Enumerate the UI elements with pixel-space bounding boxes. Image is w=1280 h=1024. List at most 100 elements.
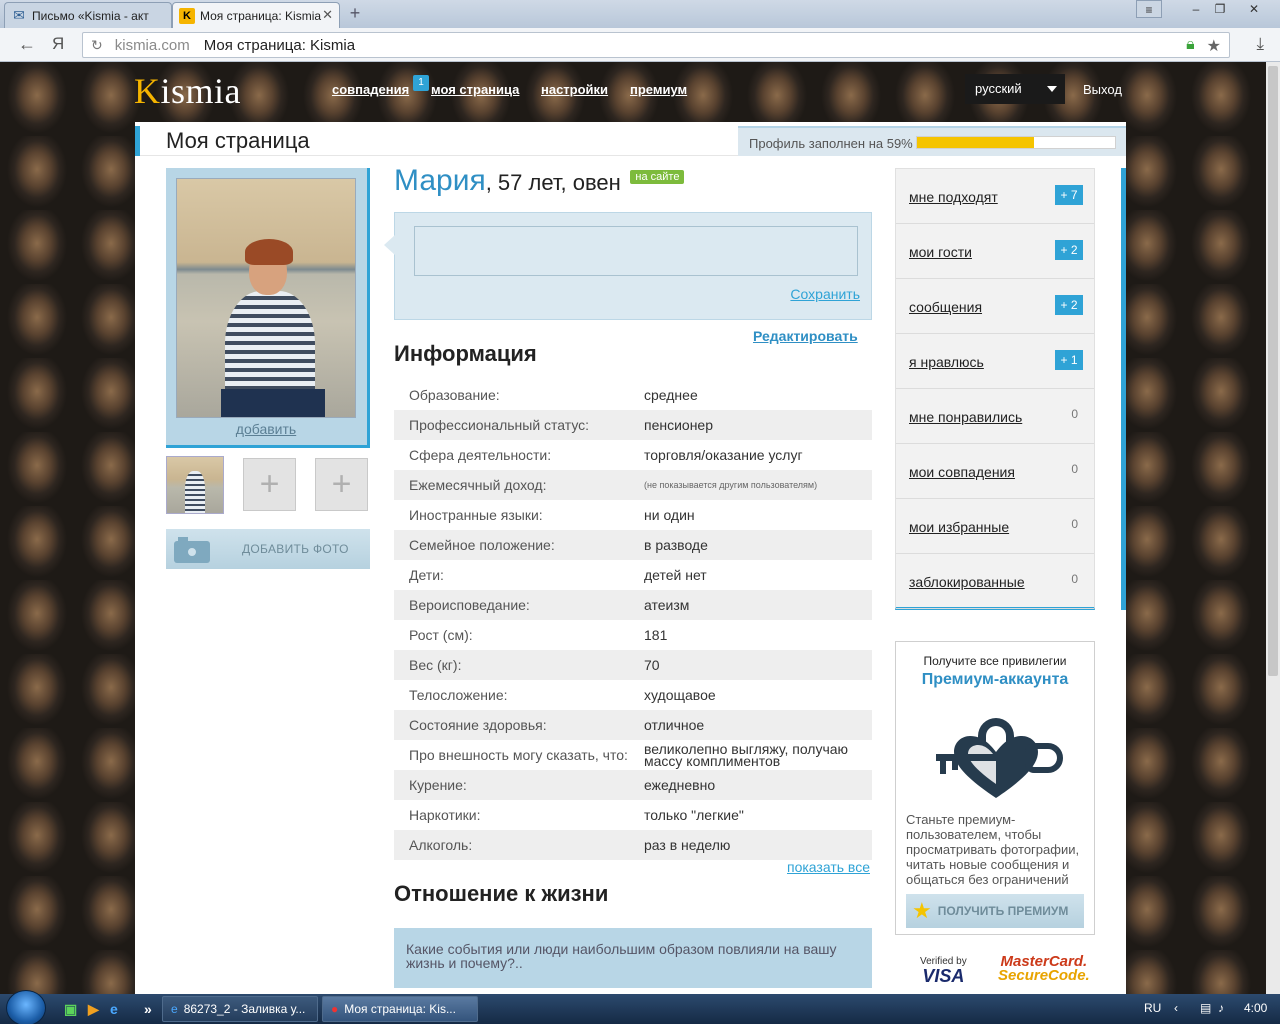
star-icon[interactable]: ★ <box>1207 36 1221 56</box>
taskbar-item-ie[interactable]: e 86273_2 - Заливка у... <box>162 996 318 1022</box>
info-value: детей нет <box>644 567 707 583</box>
info-row: Рост (см): 181 <box>394 620 872 650</box>
maximize-icon[interactable]: ❐ <box>1208 0 1232 18</box>
media-player-icon[interactable]: ▶ <box>88 1001 99 1018</box>
address-input[interactable]: ↻ kismia.com Моя страница: Kismia 🔒︎ ★ <box>82 32 1230 58</box>
language-select[interactable]: русский <box>965 74 1065 104</box>
info-label: Ежемесячный доход: <box>409 477 547 493</box>
network-icon[interactable]: ▤ <box>1200 1001 1211 1015</box>
scrollbar-thumb[interactable] <box>1268 66 1278 676</box>
profile-age-sign: , 57 лет, овен <box>485 170 621 195</box>
sidebar-item[interactable]: мне подходят + 7 <box>896 169 1094 224</box>
sidebar-item-count: 0 <box>1071 517 1078 531</box>
status-input[interactable] <box>414 226 858 276</box>
internet-explorer-icon[interactable]: e <box>110 1001 118 1017</box>
main-photo-frame: добавить <box>166 168 370 448</box>
info-row: Вес (кг): 70 <box>394 650 872 680</box>
internet-explorer-icon: e <box>171 1002 178 1016</box>
page-scrollbar[interactable] <box>1266 62 1280 994</box>
get-premium-button[interactable]: ★ ПОЛУЧИТЬ ПРЕМИУМ <box>906 894 1084 928</box>
nav-settings[interactable]: настройки <box>541 82 608 97</box>
address-page-title: Моя страница: Kismia <box>203 36 356 54</box>
quicklaunch-more-icon[interactable]: » <box>144 1001 152 1017</box>
sidebar-item-label[interactable]: мне подходят <box>909 189 998 205</box>
nav-my-page[interactable]: моя страница <box>431 82 519 97</box>
quicklaunch-app-icon[interactable]: ▣ <box>64 1001 77 1018</box>
info-label: Иностранные языки: <box>409 507 543 523</box>
start-button[interactable] <box>6 990 46 1024</box>
save-status-link[interactable]: Сохранить <box>790 286 860 302</box>
tray-expand-icon[interactable]: ‹ <box>1174 1001 1178 1015</box>
info-value: пенсионер <box>644 417 714 433</box>
clock[interactable]: 4:00 <box>1244 1001 1267 1015</box>
heart-lock-key-icon <box>936 718 1063 798</box>
info-value: в разводе <box>644 537 708 553</box>
main-panel: Моя страница Профиль заполнен на 59% доб… <box>135 122 1126 994</box>
info-label: Наркотики: <box>409 807 481 823</box>
sidebar-item[interactable]: мои избранные 0 <box>896 499 1094 554</box>
photo-thumbnail[interactable] <box>166 456 224 514</box>
volume-icon[interactable]: ♪ <box>1218 1001 1224 1015</box>
sidebar-item[interactable]: мне понравились 0 <box>896 389 1094 444</box>
yandex-button[interactable]: Я <box>52 34 64 54</box>
kismia-logo[interactable]: Kismia <box>134 70 241 112</box>
sidebar-item-label[interactable]: мои избранные <box>909 519 1009 535</box>
nav-premium[interactable]: премиум <box>630 82 687 97</box>
info-row: Наркотики: только "легкие" <box>394 800 872 830</box>
sidebar-item-label[interactable]: мои совпадения <box>909 464 1015 480</box>
windows-taskbar: ▣ ▶ e » e 86273_2 - Заливка у... ● Моя с… <box>0 990 1280 1024</box>
new-tab-button[interactable]: + <box>344 4 366 24</box>
show-all-link[interactable]: показать все <box>787 859 870 875</box>
language-value: русский <box>975 81 1022 96</box>
close-window-icon[interactable]: ✕ <box>1234 0 1274 18</box>
info-value: отличное <box>644 717 705 733</box>
sidebar-item-label[interactable]: сообщения <box>909 299 982 315</box>
info-label: Семейное положение: <box>409 537 555 553</box>
download-icon[interactable]: ⤓ <box>1256 34 1264 54</box>
info-row: Сфера деятельности: торговля/оказание усл… <box>394 440 872 470</box>
sidebar-item[interactable]: мои совпадения 0 <box>896 444 1094 499</box>
browser-tab-kismia[interactable]: K Моя страница: Kismia ✕ <box>172 2 340 28</box>
empty-photo-slot[interactable]: + <box>243 458 296 511</box>
premium-line1: Получите все привилегии <box>923 654 1067 668</box>
sidebar-item-count: + 1 <box>1055 350 1083 370</box>
reload-icon[interactable]: ↻ <box>91 37 103 54</box>
info-row: Ежемесячный доход: (не показывается други… <box>394 470 872 500</box>
info-label: Про внешность могу сказать, что: <box>409 747 628 763</box>
info-table: Образование: среднее Профессиональный стат… <box>394 380 872 860</box>
info-value: ни один <box>644 507 695 523</box>
mail-icon: ✉ <box>13 7 25 23</box>
profile-photo[interactable] <box>176 178 356 418</box>
info-value: великолепно выгляжу, получаю массу компл… <box>644 741 849 769</box>
nav-matches[interactable]: совпадения <box>332 82 409 97</box>
profile-completion-text: Профиль заполнен на 59% <box>749 136 913 151</box>
sidebar-item-count: + 2 <box>1055 295 1083 315</box>
sidebar-item-label[interactable]: заблокированные <box>909 574 1025 590</box>
page-title: Моя страница <box>166 128 310 153</box>
taskbar-item-yandex[interactable]: ● Моя страница: Kis... <box>322 996 478 1022</box>
add-photo-link[interactable]: добавить <box>166 421 366 437</box>
close-tab-icon[interactable]: ✕ <box>322 7 333 23</box>
info-value: атеизм <box>644 597 690 613</box>
lock-icon[interactable]: 🔒︎ <box>1186 36 1195 56</box>
back-arrow-icon[interactable]: ← <box>18 34 36 55</box>
sidebar-item[interactable]: мои гости + 2 <box>896 224 1094 279</box>
info-label: Алкоголь: <box>409 837 473 853</box>
sidebar-item[interactable]: заблокированные 0 <box>896 554 1094 609</box>
add-photo-button[interactable]: ДОБАВИТЬ ФОТО <box>166 529 370 569</box>
sidebar-item-label[interactable]: мои гости <box>909 244 972 260</box>
browser-tab-mail[interactable]: ✉ Письмо «Kismia - акт <box>4 2 172 28</box>
info-row: Иностранные языки: ни один <box>394 500 872 530</box>
menu-icon[interactable]: ≡ <box>1136 0 1162 18</box>
sidebar-item-label[interactable]: мне понравились <box>909 409 1022 425</box>
language-indicator[interactable]: RU <box>1144 1001 1161 1015</box>
sidebar-item[interactable]: сообщения + 2 <box>896 279 1094 334</box>
sidebar-item[interactable]: я нравлюсь + 1 <box>896 334 1094 389</box>
sidebar-item-label[interactable]: я нравлюсь <box>909 354 984 370</box>
life-question[interactable]: Какие события или люди наибольшим образо… <box>394 928 872 988</box>
sidebar-item-count: + 7 <box>1055 185 1083 205</box>
empty-photo-slot[interactable]: + <box>315 458 368 511</box>
minimize-icon[interactable]: – <box>1184 0 1208 18</box>
logout-link[interactable]: Выход <box>1083 82 1122 97</box>
edit-profile-link[interactable]: Редактировать <box>753 328 858 344</box>
